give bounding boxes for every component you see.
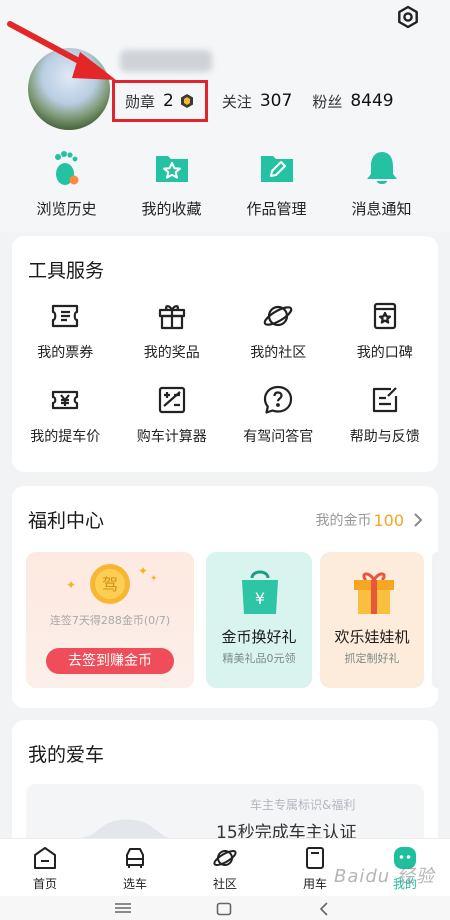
car-select-icon [126,848,144,868]
red-arrow-annotation [7,21,116,80]
car-note: 车主专属标识&福利 [250,798,356,812]
nav-label: 用车 [302,877,327,891]
nav-label: 社区 [212,877,237,891]
star-folder-icon [155,156,188,182]
username-blurred [120,50,212,72]
coin-glyph: 驾 [102,575,118,594]
tool-qa[interactable]: 有驾问答官 [225,384,332,446]
edit-folder-icon [260,156,293,182]
quick-label: 作品管理 [246,200,307,218]
svg-text:¥: ¥ [255,589,265,608]
tool-my-prizes[interactable]: 我的奖品 [119,300,226,362]
question-bubble-icon [264,385,293,414]
tools-grid: 我的票券 我的奖品 我的社区 我的口碑 我的提车价 购车计算器 有驾问答官 帮助… [12,300,438,446]
settings-gear-icon[interactable] [394,4,422,32]
promo-subtitle: 精美礼品0元领 [222,652,296,665]
quick-notifications[interactable]: 消息通知 [329,148,434,219]
tool-my-tickets[interactable]: 我的票券 [12,300,119,362]
bell-icon [366,152,397,184]
coin-value: 100 [373,510,404,530]
ticket-icon [52,304,79,328]
menu-icon[interactable] [114,902,132,914]
system-nav-bar [0,896,450,920]
tool-pickup-price[interactable]: 我的提车价 [12,384,119,446]
gift-box-icon [354,572,394,614]
tools-card: 工具服务 我的票券 我的奖品 我的社区 我的口碑 我的提车价 购车计算器 有驾问… [12,236,438,472]
follow-stat[interactable]: 关注 307 [222,91,292,112]
fans-label: 粉丝 [312,92,343,111]
badge-count: 2 [163,91,174,111]
quick-works-manage[interactable]: 作品管理 [224,148,329,219]
follow-count: 307 [259,91,293,111]
nav-home[interactable]: 首页 [0,839,90,896]
tool-car-calculator[interactable]: 购车计算器 [119,384,226,446]
chevron-right-icon[interactable] [412,512,424,528]
badge-highlight-box[interactable]: 勋章 2 [112,80,208,122]
watermark: Baidu 经验 [334,866,435,887]
welfare-card: 福利中心 我的金币 100 ✦ ✦ ✦ 驾 连签7天得288金币(0/7) 去签… [12,486,438,708]
quick-label: 我的收藏 [141,200,202,218]
nav-car-select[interactable]: 选车 [90,839,180,896]
tool-label: 我的社区 [250,345,307,361]
tool-label: 有驾问答官 [243,429,314,445]
gold-coin-icon: 驾 [90,564,130,604]
quick-label: 浏览历史 [36,200,97,218]
sparkle-icon: ✦ [66,578,77,592]
nav-label: 首页 [32,877,57,891]
feedback-icon [372,387,397,413]
gift-icon [158,305,185,330]
tool-my-reviews[interactable]: 我的口碑 [332,300,439,362]
promo-title: 金币换好礼 [221,628,297,646]
follow-label: 关注 [221,92,252,111]
review-icon [373,302,396,330]
planet-icon [263,305,293,327]
next-promo-peek [432,552,438,688]
fans-count: 8449 [350,91,394,111]
coin-label: 我的金币 [315,513,372,529]
planet-icon [213,850,237,866]
nav-community[interactable]: 社区 [180,839,270,896]
quick-browse-history[interactable]: 浏览历史 [14,148,119,219]
quick-label: 消息通知 [351,200,412,218]
my-car-title: 我的爱车 [28,744,105,766]
quick-actions: 浏览历史 我的收藏 作品管理 消息通知 [14,148,436,219]
tool-label: 帮助与反馈 [349,429,420,445]
my-coins-link[interactable]: 我的金币 100 [315,510,404,530]
promo-claw-machine[interactable]: 欢乐娃娃机 抓定制好礼 [320,552,424,688]
tool-label: 购车计算器 [136,429,207,445]
badge-label: 勋章 [125,92,156,111]
footprint-icon [54,151,78,185]
profile-header: 勋章 2 关注 307 粉丝 8449 浏览历史 我的收藏 作品管理 消息通知 [0,0,450,232]
fans-stat[interactable]: 粉丝 8449 [312,91,393,112]
sparkle-icon: ✦ [150,574,158,584]
quick-favorites[interactable]: 我的收藏 [119,148,224,219]
welfare-title: 福利中心 [28,510,105,532]
tool-label: 我的奖品 [143,345,200,361]
calculator-icon [158,386,185,414]
home-square-icon[interactable] [216,902,232,916]
nav-label: 选车 [122,877,147,891]
sparkle-icon: ✦ [138,564,149,578]
medal-icon [180,94,193,108]
promo-coin-exchange[interactable]: ¥ 金币换好礼 精美礼品0元领 [206,552,312,688]
tool-help-feedback[interactable]: 帮助与反馈 [332,384,439,446]
profile-stats: 勋章 2 关注 307 粉丝 8449 [112,80,394,122]
car-use-icon [306,847,324,869]
tool-label: 我的提车价 [30,429,101,445]
signin-card[interactable]: ✦ ✦ ✦ 驾 连签7天得288金币(0/7) 去签到赚金币 [26,552,194,688]
promo-title: 欢乐娃娃机 [334,628,410,646]
tool-label: 我的口碑 [356,345,413,361]
tool-label: 我的票券 [37,345,94,361]
tools-title: 工具服务 [28,260,105,282]
home-icon [34,847,56,869]
signin-note: 连签7天得288金币(0/7) [49,614,171,627]
price-ticket-icon [52,390,79,410]
signin-button[interactable]: 去签到赚金币 [46,648,174,674]
tool-my-community[interactable]: 我的社区 [225,300,332,362]
back-icon[interactable] [318,902,330,916]
promo-subtitle: 抓定制好礼 [344,652,400,665]
gift-bag-icon: ¥ [242,570,278,614]
